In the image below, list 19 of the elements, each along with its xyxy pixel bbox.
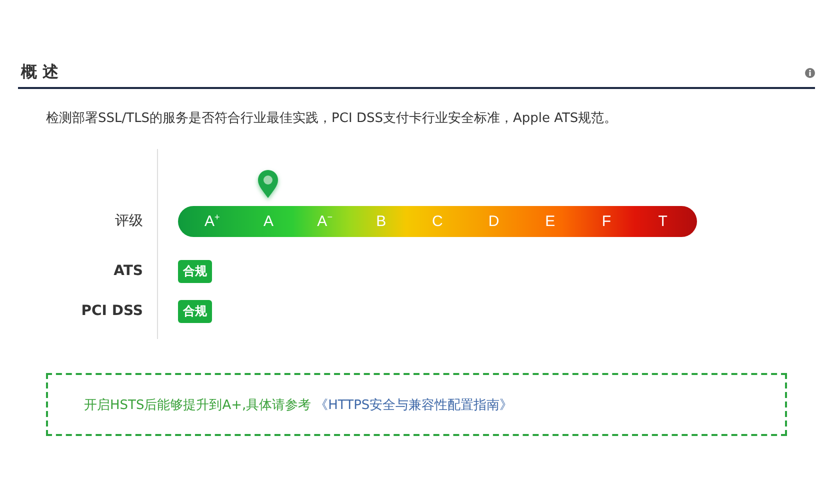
description-text: 检测部署SSL/TLS的服务是否符合行业最佳实践，PCI DSS支付卡行业安全标准，Apple ATS规范。 xyxy=(46,110,618,127)
status-badge: 合规 xyxy=(178,260,212,282)
status-badge: 合规 xyxy=(178,300,212,322)
grade-label: A xyxy=(263,212,274,230)
grade-label: F xyxy=(602,212,612,230)
grade-label: E xyxy=(545,212,556,230)
compliance-label: ATS xyxy=(114,263,143,279)
grade-label: A$^{+}$ xyxy=(204,212,220,230)
guide-link[interactable]: 《HTTPS安全与兼容性配置指南》 xyxy=(315,396,513,414)
grade-label: A$^{−}$ xyxy=(317,212,332,230)
compliance-label: PCI DSS xyxy=(81,303,143,319)
grade-label: D xyxy=(488,212,500,230)
section-title: 概 述 xyxy=(21,62,59,83)
grade-label: T xyxy=(658,212,668,230)
grade-label: B xyxy=(376,212,386,230)
rating-label: 评级 xyxy=(115,212,143,230)
grade-label: C xyxy=(432,212,443,230)
notice-text: 开启HSTS后能够提升到A+,具体请参考 xyxy=(84,396,312,414)
info-icon[interactable] xyxy=(805,68,815,78)
